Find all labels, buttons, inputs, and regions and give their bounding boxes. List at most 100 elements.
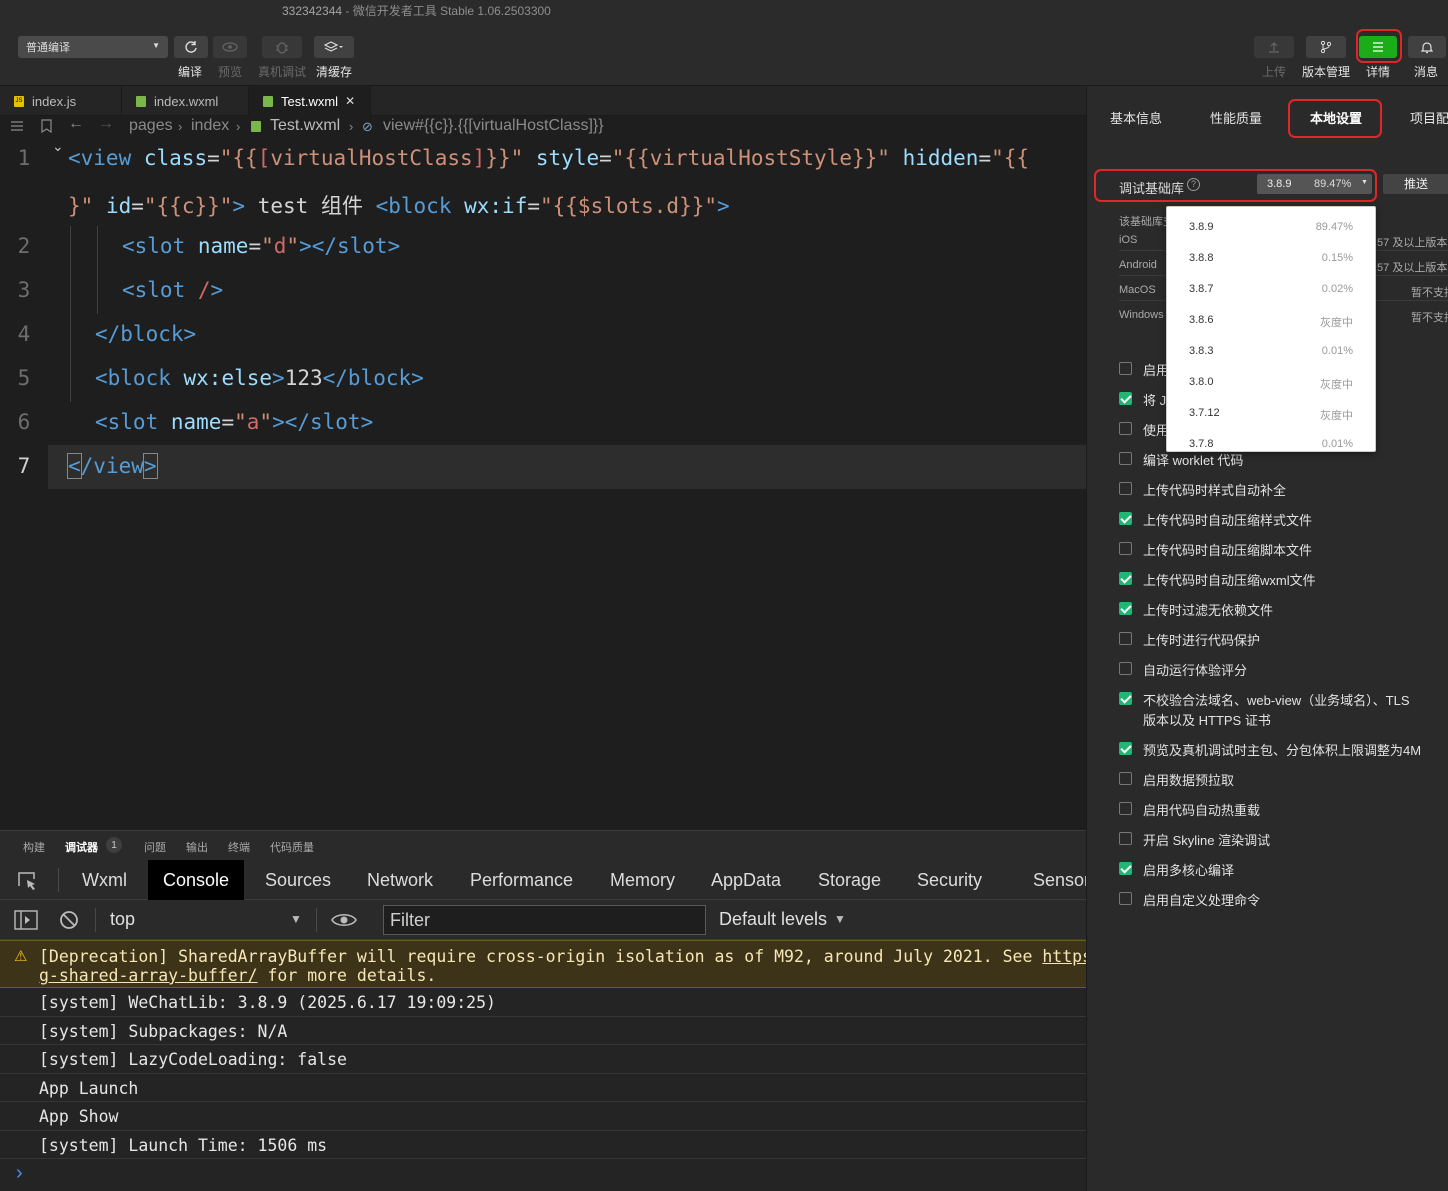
tab-basic-info[interactable]: 基本信息 [1110, 108, 1162, 127]
breadcrumb-separator: › [349, 119, 354, 134]
debugger-badge: 1 [106, 837, 122, 853]
preview-button[interactable] [213, 36, 247, 58]
fold-chevron-icon[interactable]: ⌄ [52, 138, 64, 155]
version-option[interactable]: 3.8.7 0.02% [1167, 272, 1375, 303]
tab-console[interactable]: Console [148, 860, 245, 900]
version-option[interactable]: 3.8.6 灰度中 [1167, 303, 1375, 334]
breadcrumb-separator: › [178, 119, 183, 134]
setting-label: 编译 worklet 代码 [1143, 453, 1244, 468]
tab-code-quality[interactable]: 代码质量 [270, 839, 314, 855]
back-arrow-icon[interactable]: ← [68, 115, 84, 133]
checkbox[interactable] [1119, 802, 1132, 815]
console-filter-input[interactable] [383, 905, 706, 935]
version-option[interactable]: 3.8.8 0.15% [1167, 241, 1375, 272]
tab-memory[interactable]: Memory [610, 860, 675, 900]
tab-debugger[interactable]: 调试器 [65, 839, 98, 855]
tab-sources[interactable]: Sources [265, 860, 331, 900]
eye-icon[interactable] [331, 911, 357, 929]
console-prompt[interactable]: › [16, 1162, 23, 1185]
version-option[interactable]: 3.8.3 0.01% [1167, 334, 1375, 365]
checkbox[interactable] [1119, 892, 1132, 905]
list-icon[interactable] [10, 120, 24, 132]
setting-label: 启用自定义处理命令 [1143, 893, 1261, 908]
clear-cache-button[interactable] [314, 36, 354, 58]
tab-index-js[interactable]: JS index.js [0, 86, 122, 116]
tab-wxml[interactable]: Wxml [82, 860, 127, 900]
checkbox[interactable] [1119, 362, 1132, 375]
tab-index-wxml[interactable]: index.wxml [122, 86, 249, 116]
version-management-button[interactable] [1306, 36, 1346, 58]
breadcrumb-index[interactable]: index [191, 117, 229, 135]
checkbox[interactable] [1119, 512, 1132, 525]
checkbox[interactable] [1119, 452, 1132, 465]
checkbox[interactable] [1119, 422, 1132, 435]
version-option[interactable]: 3.7.12 灰度中 [1167, 396, 1375, 427]
symbol-icon: ⊘ [362, 119, 373, 134]
version-usage: 89.47% [1315, 221, 1353, 233]
upload-button[interactable] [1254, 36, 1294, 58]
tab-sensor[interactable]: Sensor [1033, 860, 1090, 900]
close-icon[interactable]: ✕ [345, 94, 355, 108]
breadcrumb-symbol[interactable]: view#{{c}}.{{[virtualHostClass]}} [383, 117, 604, 135]
console-line: [system] WeChatLib: 3.8.9 (2025.6.17 19:… [0, 988, 1086, 1017]
version-option[interactable]: 3.8.9 89.47% [1167, 210, 1375, 241]
chevron-down-icon[interactable]: ▼ [290, 912, 302, 926]
checkbox[interactable] [1119, 662, 1132, 675]
context-select[interactable]: top [110, 909, 135, 930]
push-button[interactable]: 推送 [1383, 174, 1448, 194]
checkbox[interactable] [1119, 632, 1132, 645]
tab-storage[interactable]: Storage [818, 860, 881, 900]
project-id: 332342344 [282, 4, 343, 18]
compile-mode-select[interactable]: 普通编译 ▼ [18, 36, 168, 58]
version-option[interactable]: 3.7.8 0.01% [1167, 427, 1375, 451]
forward-arrow-icon[interactable]: → [98, 115, 114, 133]
platform-ios-note: .57 及以上版本 [1374, 237, 1448, 249]
setting-label: 上传代码时自动压缩样式文件 [1143, 513, 1313, 528]
remote-debug-button[interactable] [262, 36, 302, 58]
tab-network[interactable]: Network [367, 860, 433, 900]
messages-button[interactable] [1408, 36, 1446, 58]
upload-label: 上传 [1261, 65, 1287, 79]
code-editor[interactable]: 1 2 3 4 5 6 7 ⌄ <view class="{{[virtualH… [0, 138, 1086, 830]
divider [95, 908, 96, 932]
sidebar-toggle-icon[interactable] [14, 910, 38, 930]
tab-output[interactable]: 输出 [186, 839, 208, 855]
tab-performance[interactable]: Performance [470, 860, 573, 900]
divider [316, 908, 317, 932]
version-option[interactable]: 3.8.0 灰度中 [1167, 365, 1375, 396]
clear-console-icon[interactable] [59, 910, 79, 930]
checkbox[interactable] [1119, 602, 1132, 615]
tab-test-wxml[interactable]: Test.wxml ✕ [249, 86, 371, 116]
checkbox[interactable] [1119, 542, 1132, 555]
layers-icon [324, 41, 343, 52]
tab-performance-quality[interactable]: 性能质量 [1210, 108, 1262, 127]
wxml-file-icon [251, 121, 261, 132]
details-highlight [1356, 29, 1402, 63]
tab-project-config[interactable]: 项目配 [1410, 108, 1448, 127]
checkbox[interactable] [1119, 742, 1132, 755]
bookmark-icon[interactable] [41, 119, 52, 133]
breadcrumb-file[interactable]: Test.wxml [270, 117, 340, 135]
indent-guide [70, 226, 71, 402]
compile-button[interactable] [174, 36, 208, 58]
checkbox[interactable] [1119, 772, 1132, 785]
log-levels-select[interactable]: Default levels [719, 909, 827, 930]
warning-link-continued[interactable]: g-shared-array-buffer/ [39, 966, 258, 985]
chevron-down-icon[interactable]: ▼ [834, 912, 846, 926]
checkbox[interactable] [1119, 692, 1132, 705]
wxml-file-icon [136, 95, 146, 107]
warning-link[interactable]: https [1042, 947, 1086, 966]
tab-build[interactable]: 构建 [23, 839, 45, 855]
inspect-element-icon[interactable] [17, 870, 39, 892]
checkbox[interactable] [1119, 572, 1132, 585]
tab-security[interactable]: Security [917, 860, 982, 900]
version-usage: 0.02% [1321, 283, 1353, 295]
checkbox[interactable] [1119, 392, 1132, 405]
tab-appdata[interactable]: AppData [711, 860, 781, 900]
breadcrumb-pages[interactable]: pages [129, 117, 173, 135]
checkbox[interactable] [1119, 862, 1132, 875]
checkbox[interactable] [1119, 482, 1132, 495]
checkbox[interactable] [1119, 832, 1132, 845]
tab-terminal[interactable]: 终端 [228, 839, 250, 855]
tab-problems[interactable]: 问题 [144, 839, 166, 855]
